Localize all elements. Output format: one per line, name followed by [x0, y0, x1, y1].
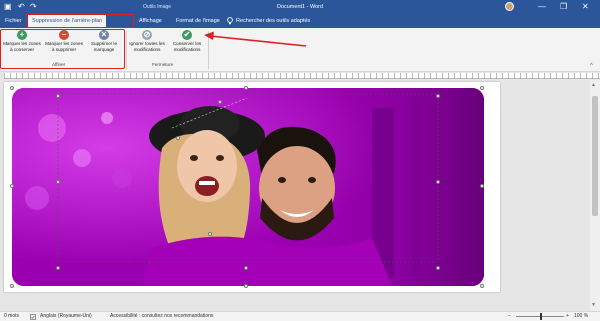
close-button[interactable]: ✕ [582, 1, 589, 12]
minimize-button[interactable]: — [538, 1, 546, 12]
zoom-in-button[interactable]: + [566, 312, 569, 321]
resize-handle[interactable] [480, 184, 484, 188]
resize-handle[interactable] [10, 184, 14, 188]
marquee-handle[interactable] [56, 94, 60, 98]
resize-handle[interactable] [480, 284, 484, 288]
discard-icon: ⊘ [142, 30, 152, 40]
zoom-level[interactable]: 100 % [574, 312, 588, 321]
marquee-handle[interactable] [436, 180, 440, 184]
marquee-handle[interactable] [56, 266, 60, 270]
photo-couple [12, 88, 484, 286]
status-bar: 0 mots Anglais (Royaume-Uni) Accessibili… [0, 311, 600, 321]
tab-highlight-outline [26, 14, 134, 28]
refine-group-highlight [0, 29, 125, 69]
tab-picture-format[interactable]: Format de l'image [176, 14, 220, 28]
accessibility-status[interactable]: Accessibilité : consultez nos recommanda… [110, 312, 213, 321]
group-close-label: Fermeture [152, 62, 174, 67]
marquee-handle[interactable] [56, 180, 60, 184]
keep-changes-label: Conserver les modifications [172, 41, 202, 52]
marquee-handle[interactable] [436, 266, 440, 270]
annotation-arrow [204, 31, 307, 47]
scroll-down-icon[interactable]: ▼ [591, 302, 596, 308]
scroll-up-icon[interactable]: ▲ [591, 82, 596, 88]
collapse-ribbon-icon[interactable]: ^ [590, 63, 593, 69]
marquee-handle[interactable] [218, 100, 222, 104]
resize-handle[interactable] [10, 284, 14, 288]
proofing-icon[interactable] [30, 314, 36, 320]
marquee-handle[interactable] [208, 232, 212, 236]
discard-all-changes-button[interactable]: ⊘ Ignorer toutes les modifications [127, 30, 167, 52]
discard-label: Ignorer toutes les modifications [129, 41, 165, 52]
title-bar: ▣ ↶ ↷ Outils Image Document1 - Word — ❐ … [0, 0, 600, 14]
resize-handle[interactable] [480, 86, 484, 90]
search-tools-box[interactable]: Rechercher des outils adaptés [236, 14, 310, 28]
lightbulb-icon [227, 17, 233, 25]
scrollbar-thumb[interactable] [592, 96, 598, 216]
word-count[interactable]: 0 mots [4, 312, 19, 321]
horizontal-ruler [0, 72, 600, 80]
marquee-handle[interactable] [436, 94, 440, 98]
resize-handle[interactable] [10, 86, 14, 90]
avatar[interactable] [505, 2, 514, 11]
tab-view[interactable]: Affichage [139, 14, 162, 28]
language-indicator[interactable]: Anglais (Royaume-Uni) [40, 312, 92, 321]
zoom-out-button[interactable]: − [508, 312, 511, 321]
image-background-removal-preview[interactable] [12, 88, 484, 286]
tab-file[interactable]: Fichier [5, 14, 22, 28]
marquee-handle[interactable] [244, 266, 248, 270]
checkmark-icon: ✔ [182, 30, 192, 40]
restore-button[interactable]: ❐ [560, 1, 567, 12]
resize-handle[interactable] [244, 86, 248, 90]
resize-handle[interactable] [244, 284, 248, 288]
zoom-slider-thumb[interactable] [540, 313, 542, 320]
marquee-handle[interactable] [176, 136, 180, 140]
